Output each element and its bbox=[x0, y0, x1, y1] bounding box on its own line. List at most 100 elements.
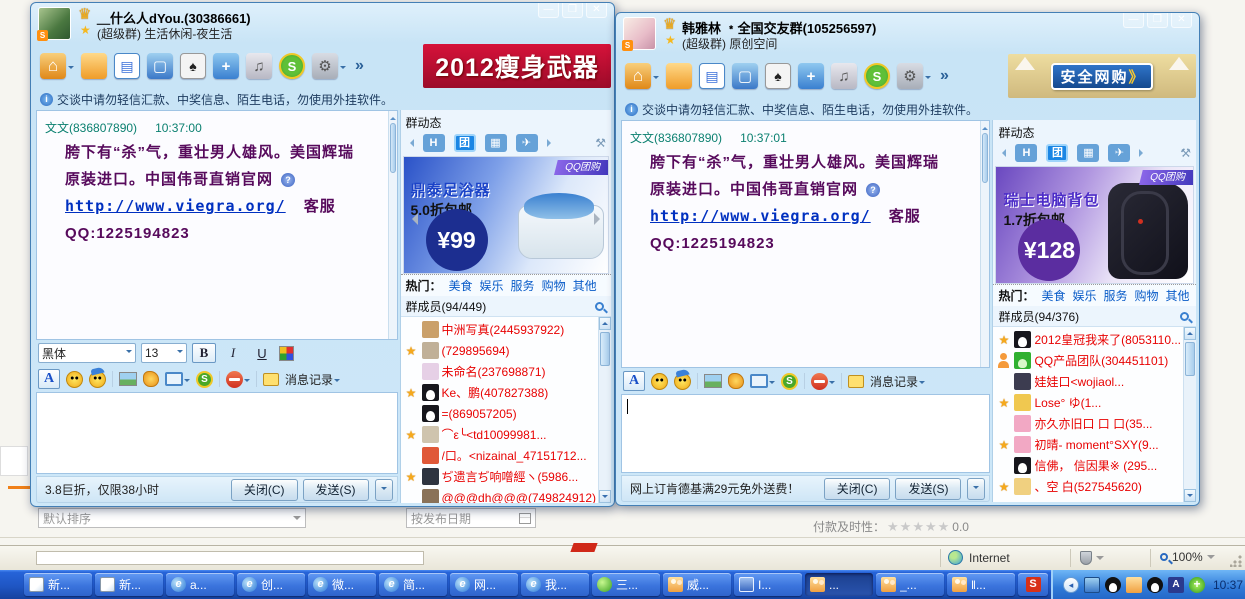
voice-chat-icon[interactable]: ♫ bbox=[246, 53, 272, 79]
taskbar-item[interactable]: 微... bbox=[308, 573, 376, 596]
games-icon[interactable]: ♠ bbox=[765, 63, 791, 89]
maximize-button[interactable]: ❒ bbox=[562, 3, 583, 18]
qq-safety-badge-icon[interactable]: ? bbox=[866, 183, 880, 197]
member-row[interactable]: Lose° ゆ(1... bbox=[996, 392, 1181, 413]
scroll-up-icon[interactable] bbox=[599, 317, 611, 330]
ad-next-icon[interactable] bbox=[594, 213, 606, 225]
home-icon[interactable]: ⌂ bbox=[625, 63, 651, 89]
member-row[interactable]: ⌒ε╰<td10099981... bbox=[404, 424, 597, 445]
tab-scroll-right-icon[interactable] bbox=[547, 139, 555, 147]
member-row[interactable]: 2012皇冠我来了(8053110... bbox=[996, 329, 1181, 350]
settings-icon[interactable]: ⚙ bbox=[312, 53, 338, 79]
hot-link-service[interactable]: 服务 bbox=[1104, 287, 1128, 304]
create-discussion-icon[interactable]: + bbox=[213, 53, 239, 79]
chevron-down-icon[interactable] bbox=[68, 66, 74, 72]
qq-icon[interactable] bbox=[1147, 577, 1163, 593]
qq-safety-badge-icon[interactable]: ? bbox=[281, 173, 295, 187]
emoticon-icon[interactable] bbox=[651, 373, 668, 390]
groupon-ad-backpack[interactable]: QQ团购 瑞士电脑背包 1.7折包邮 ¥128 bbox=[995, 166, 1194, 284]
member-list-scrollbar[interactable] bbox=[598, 317, 611, 503]
font-color-icon[interactable] bbox=[279, 346, 294, 361]
shared-files-icon[interactable] bbox=[81, 53, 107, 79]
member-row[interactable]: 娃娃口<wojiaol... bbox=[996, 371, 1181, 392]
taskbar-item[interactable]: 创... bbox=[237, 573, 305, 596]
close-button[interactable]: ✕ bbox=[1171, 13, 1192, 28]
network-icon[interactable] bbox=[1084, 577, 1100, 593]
screenshot-icon[interactable] bbox=[750, 374, 768, 388]
block-messages-icon[interactable] bbox=[226, 371, 243, 388]
tab-scroll-right-icon[interactable] bbox=[1139, 149, 1147, 157]
block-messages-icon[interactable] bbox=[811, 373, 828, 390]
member-list[interactable]: 中洲写真(2445937922) (729895694) 未命名(2376988… bbox=[401, 316, 612, 503]
taskbar-item-active[interactable]: ... bbox=[805, 573, 873, 596]
nudge-icon[interactable] bbox=[728, 373, 744, 389]
protected-mode-control[interactable] bbox=[1080, 551, 1104, 565]
hot-link-fun[interactable]: 娱乐 bbox=[1073, 287, 1097, 304]
chat-history[interactable]: 文文(836807890)10:37:01 胯下有“杀”气，重壮男人雄风。美国辉… bbox=[621, 120, 990, 368]
chevron-down-icon[interactable] bbox=[829, 381, 835, 387]
spam-link[interactable]: http://www.viegra.org/ bbox=[65, 197, 286, 215]
voice-chat-icon[interactable]: ♫ bbox=[831, 63, 857, 89]
send-options-button[interactable] bbox=[375, 479, 393, 501]
resize-grip[interactable] bbox=[1230, 555, 1242, 567]
send-button[interactable]: 发送(S) bbox=[895, 478, 961, 500]
scrollbar-thumb[interactable] bbox=[1185, 342, 1195, 376]
panel-settings-icon[interactable]: ⚒ bbox=[1180, 146, 1191, 160]
taskbar-item[interactable]: 我... bbox=[521, 573, 589, 596]
tab-scroll-left-icon[interactable] bbox=[406, 139, 414, 147]
scrollbar-thumb[interactable] bbox=[600, 332, 610, 366]
font-family-select[interactable]: 黑体 bbox=[38, 343, 136, 363]
taskbar-item[interactable]: 简... bbox=[379, 573, 447, 596]
qzone-share-icon[interactable]: S bbox=[781, 373, 798, 390]
hot-link-food[interactable]: 美食 bbox=[449, 277, 473, 294]
scroll-down-icon[interactable] bbox=[1184, 489, 1196, 502]
member-row[interactable]: 信佛， 信因果※ (295... bbox=[996, 455, 1181, 476]
scroll-down-icon[interactable] bbox=[599, 490, 611, 503]
scroll-up-icon[interactable] bbox=[1184, 327, 1196, 340]
message-input[interactable] bbox=[621, 394, 990, 473]
close-chat-button[interactable]: 关闭(C) bbox=[231, 479, 298, 501]
member-list-scrollbar[interactable] bbox=[1183, 327, 1196, 502]
minimize-button[interactable]: — bbox=[538, 3, 559, 18]
more-tools-button[interactable]: » bbox=[355, 57, 364, 75]
hot-link-shopping[interactable]: 购物 bbox=[542, 277, 566, 294]
chevron-down-icon[interactable] bbox=[340, 66, 346, 72]
qzone-share-icon[interactable]: S bbox=[196, 371, 213, 388]
chevron-down-icon[interactable] bbox=[769, 381, 775, 387]
taskbar-item[interactable]: 新... bbox=[95, 573, 163, 596]
promo-status-text[interactable]: 网上订肯德基满29元免外送费！ bbox=[626, 480, 819, 497]
tab-homepage[interactable]: H bbox=[1015, 144, 1037, 162]
member-row[interactable]: 未命名(237698871) bbox=[404, 361, 597, 382]
group-album-icon[interactable]: ▤ bbox=[114, 53, 140, 79]
qq-icon[interactable] bbox=[1105, 577, 1121, 593]
titlebar[interactable]: S ♛ ★ ＿什么人dYou.(30386661) (超级群) 生活休闲-夜生活… bbox=[34, 3, 611, 43]
message-history-icon[interactable] bbox=[263, 373, 279, 386]
taskbar-item[interactable]: 新... bbox=[24, 573, 92, 596]
hot-link-service[interactable]: 服务 bbox=[511, 277, 535, 294]
video-icon[interactable]: ▢ bbox=[732, 63, 758, 89]
input-method-icon[interactable] bbox=[1168, 577, 1184, 593]
spam-link[interactable]: http://www.viegra.org/ bbox=[650, 207, 871, 225]
close-button[interactable]: ✕ bbox=[586, 3, 607, 18]
ad-banner-safe-shopping[interactable]: 安全网购》 bbox=[1008, 54, 1196, 98]
hot-link-other[interactable]: 其他 bbox=[1166, 287, 1190, 304]
tab-groupon[interactable]: 团 bbox=[1046, 144, 1068, 162]
taskbar-item[interactable]: _... bbox=[876, 573, 944, 596]
font-style-button[interactable]: A bbox=[38, 369, 60, 389]
member-row[interactable]: 、空 白(527545620) bbox=[996, 476, 1181, 497]
maximize-button[interactable]: ❒ bbox=[1147, 13, 1168, 28]
taskbar-item[interactable]: ‖... bbox=[947, 573, 1015, 596]
member-row[interactable]: =(869057205) bbox=[404, 403, 597, 424]
contacts-icon[interactable] bbox=[1126, 577, 1142, 593]
bold-button[interactable]: B bbox=[192, 343, 216, 363]
taskbar-item[interactable]: a... bbox=[166, 573, 234, 596]
underline-button[interactable]: U bbox=[250, 343, 274, 363]
tab-scroll-left-icon[interactable] bbox=[998, 149, 1006, 157]
antivirus-icon[interactable] bbox=[1189, 577, 1205, 593]
magic-emoticon-icon[interactable] bbox=[89, 371, 106, 388]
collapse-tray-icon[interactable]: ◂ bbox=[1063, 577, 1079, 593]
hot-link-other[interactable]: 其他 bbox=[573, 277, 597, 294]
home-icon[interactable]: ⌂ bbox=[40, 53, 66, 79]
chat-scrollbar[interactable] bbox=[980, 121, 989, 367]
member-list[interactable]: 2012皇冠我来了(8053110... QQ产品团队(304451101) 娃… bbox=[993, 326, 1196, 502]
